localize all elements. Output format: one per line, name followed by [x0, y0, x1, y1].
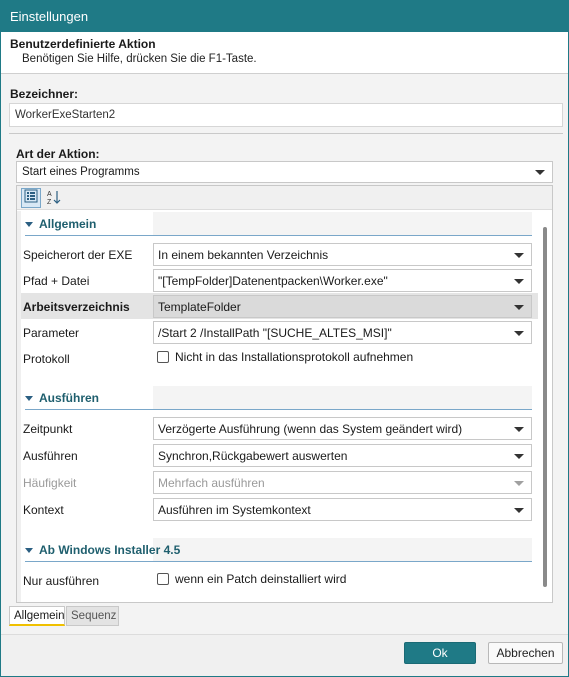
- property-value: Mehrfach ausführen: [158, 476, 265, 490]
- property-name: Parameter: [23, 326, 80, 340]
- property-row-zeitpunkt[interactable]: Zeitpunkt Verzögerte Ausführung (wenn da…: [21, 415, 539, 441]
- property-checkbox[interactable]: Nicht in das Installationsprotokoll aufn…: [153, 350, 413, 364]
- property-row-kontext[interactable]: Kontext Ausführen im Systemkontext: [21, 496, 539, 522]
- property-grid: A Z Allgemein Speicherort der EXE In ein…: [16, 185, 553, 603]
- vertical-scrollbar[interactable]: [538, 211, 552, 602]
- sort-alphabetical-icon: A Z: [47, 191, 61, 206]
- sort-alphabetical-button[interactable]: A Z: [44, 188, 64, 208]
- property-value: Synchron,Rückgabewert auswerten: [158, 449, 348, 463]
- property-checkbox[interactable]: wenn ein Patch deinstalliert wird: [153, 572, 346, 586]
- property-value-select[interactable]: Ausführen im Systemkontext: [153, 498, 532, 521]
- categorized-view-button[interactable]: [21, 188, 41, 208]
- property-value-select[interactable]: In einem bekannten Verzeichnis: [153, 243, 532, 266]
- chevron-down-icon: [514, 330, 524, 336]
- ok-button[interactable]: Ok: [404, 642, 476, 664]
- chevron-down-icon: [514, 507, 524, 513]
- chevron-down-icon: [514, 426, 524, 432]
- scrollbar-thumb[interactable]: [543, 227, 547, 587]
- checkbox[interactable]: [157, 351, 169, 363]
- window-title: Einstellungen: [1, 1, 568, 32]
- identifier-label: Bezeichner:: [10, 87, 79, 101]
- property-name: Arbeitsverzeichnis: [23, 300, 130, 314]
- svg-text:Z: Z: [47, 199, 52, 205]
- category-allgemein[interactable]: Allgemein: [21, 212, 539, 236]
- property-row-pfad[interactable]: Pfad + Datei "[TempFolder]Datenentpacken…: [21, 267, 539, 293]
- settings-dialog: Einstellungen Benutzerdefinierte Aktion …: [0, 0, 569, 677]
- chevron-down-icon: [514, 278, 524, 284]
- separator: [9, 133, 563, 134]
- chevron-down-icon[interactable]: [25, 222, 33, 227]
- property-value: Ausführen im Systemkontext: [158, 503, 311, 517]
- header-subtitle: Benötigen Sie Hilfe, drücken Sie die F1-…: [22, 53, 257, 65]
- checkbox-label: wenn ein Patch deinstalliert wird: [175, 572, 347, 586]
- property-row-nur-ausfuehren[interactable]: Nur ausführen wenn ein Patch deinstallie…: [21, 567, 539, 593]
- chevron-down-icon[interactable]: [25, 396, 33, 401]
- categorized-view-icon: [24, 189, 38, 203]
- property-name: Ausführen: [23, 449, 78, 463]
- chevron-down-icon: [514, 304, 524, 310]
- tab-allgemein[interactable]: Allgemein: [9, 606, 65, 626]
- category-label: Ab Windows Installer 4.5: [39, 543, 181, 557]
- category-label: Allgemein: [39, 217, 97, 231]
- property-row-speicherort[interactable]: Speicherort der EXE In einem bekannten V…: [21, 241, 539, 267]
- property-row-ausfuehren[interactable]: Ausführen Synchron,Rückgabewert auswerte…: [21, 442, 539, 468]
- property-name: Speicherort der EXE: [23, 248, 133, 262]
- property-value-select[interactable]: TemplateFolder: [153, 295, 532, 318]
- property-grid-toolbar: A Z: [17, 186, 552, 210]
- property-name: Zeitpunkt: [23, 422, 73, 436]
- property-name: Protokoll: [23, 352, 70, 366]
- action-type-value: Start eines Programms: [22, 166, 140, 178]
- property-value: TemplateFolder: [158, 300, 241, 314]
- property-value-select[interactable]: Synchron,Rückgabewert auswerten: [153, 444, 532, 467]
- property-grid-body: Allgemein Speicherort der EXE In einem b…: [17, 211, 539, 602]
- property-row-arbeitsverzeichnis[interactable]: Arbeitsverzeichnis TemplateFolder: [21, 293, 539, 319]
- header-title: Benutzerdefinierte Aktion: [10, 37, 156, 51]
- property-name: Häufigkeit: [23, 476, 77, 490]
- property-row-parameter[interactable]: Parameter /Start 2 /InstallPath "[SUCHE_…: [21, 319, 539, 345]
- category-label: Ausführen: [39, 391, 99, 405]
- chevron-down-icon: [514, 453, 524, 459]
- property-value: In einem bekannten Verzeichnis: [158, 248, 329, 262]
- chevron-down-icon: [514, 480, 524, 486]
- property-value-select: Mehrfach ausführen: [153, 471, 532, 494]
- dialog-footer: [1, 634, 568, 676]
- property-value-select[interactable]: /Start 2 /InstallPath "[SUCHE_ALTES_MSI]…: [153, 321, 532, 344]
- category-windows-installer[interactable]: Ab Windows Installer 4.5: [21, 538, 539, 562]
- cancel-button[interactable]: Abbrechen: [488, 642, 563, 664]
- property-name: Nur ausführen: [23, 574, 100, 588]
- chevron-down-icon: [535, 170, 545, 175]
- property-value-select[interactable]: "[TempFolder]Datenentpacken\Worker.exe": [153, 269, 532, 292]
- chevron-down-icon: [514, 252, 524, 258]
- chevron-down-icon[interactable]: [25, 548, 33, 553]
- action-type-label: Art der Aktion:: [16, 147, 100, 161]
- category-ausfuehren[interactable]: Ausführen: [21, 386, 539, 410]
- property-name: Pfad + Datei: [23, 274, 90, 288]
- property-row-haeufigkeit: Häufigkeit Mehrfach ausführen: [21, 469, 539, 495]
- property-value-select[interactable]: Verzögerte Ausführung (wenn das System g…: [153, 417, 532, 440]
- dialog-header: Benutzerdefinierte Aktion Benötigen Sie …: [1, 32, 568, 74]
- property-row-protokoll[interactable]: Protokoll Nicht in das Installationsprot…: [21, 345, 539, 371]
- property-name: Kontext: [23, 503, 64, 517]
- property-value: /Start 2 /InstallPath "[SUCHE_ALTES_MSI]…: [158, 326, 392, 340]
- checkbox-label: Nicht in das Installationsprotokoll aufn…: [175, 350, 414, 364]
- property-value: Verzögerte Ausführung (wenn das System g…: [158, 422, 463, 436]
- svg-text:A: A: [47, 191, 52, 198]
- property-value: "[TempFolder]Datenentpacken\Worker.exe": [158, 274, 388, 288]
- identifier-input[interactable]: WorkerExeStarten2: [9, 103, 563, 127]
- tab-sequenz[interactable]: Sequenz: [66, 606, 119, 626]
- action-type-select[interactable]: Start eines Programms: [16, 161, 553, 183]
- checkbox[interactable]: [157, 573, 169, 585]
